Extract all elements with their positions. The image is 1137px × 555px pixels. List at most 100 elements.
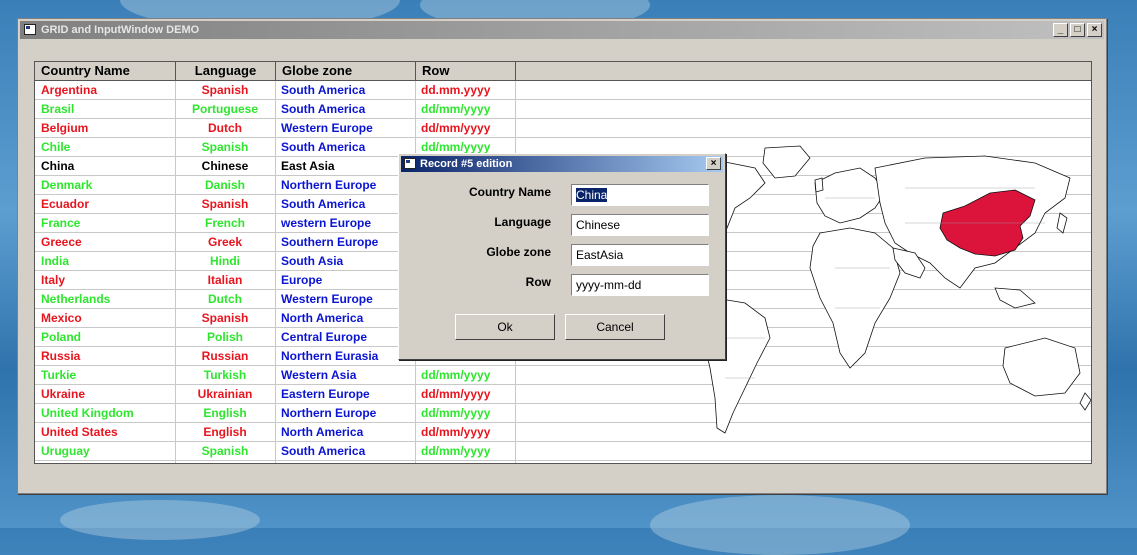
cell-row: dd/mm/yyyy	[421, 425, 491, 439]
header-globe-zone[interactable]: Globe zone	[276, 62, 416, 80]
cell-globe-zone: Northern Eurasia	[281, 349, 379, 363]
cell-language: Hindi	[210, 254, 240, 268]
cell-country-name: Poland	[41, 330, 82, 344]
cell-country-name: Argentina	[41, 83, 98, 97]
cell-language: Portuguese	[191, 102, 258, 116]
minimize-button[interactable]: _	[1053, 23, 1068, 37]
cell-language: Chinese	[201, 159, 249, 173]
cell-row: dd/mm/yyyy	[421, 444, 491, 458]
map-se-asia	[994, 287, 1036, 309]
cell-language: Italian	[207, 273, 243, 287]
cell-country-name: Ecuador	[41, 197, 90, 211]
cell-country-name: Turkie	[41, 368, 77, 382]
cell-country-name: Denmark	[41, 178, 93, 192]
cell-language: Polish	[206, 330, 243, 344]
header-language[interactable]: Language	[176, 62, 276, 80]
cell-country-name: France	[41, 216, 81, 230]
cancel-button[interactable]: Cancel	[565, 314, 665, 340]
cell-language: Turkish	[203, 368, 247, 382]
map-uk	[814, 177, 824, 193]
cell-globe-zone: Eastern Europe	[281, 387, 370, 401]
table-row[interactable]: Brasil Portuguese South America dd/mm/yyyy	[35, 100, 1091, 119]
cell-globe-zone: South America	[281, 444, 366, 458]
cell-row: dd/mm/yyyy	[421, 406, 491, 420]
dialog-app-icon	[404, 158, 416, 169]
cell-language: Spanish	[201, 140, 249, 154]
cell-globe-zone: Western Europe	[281, 121, 373, 135]
row-input[interactable]	[571, 274, 709, 296]
cell-language: Dutch	[208, 292, 242, 306]
cell-globe-zone: South Asia	[281, 254, 344, 268]
language-input[interactable]	[571, 214, 709, 236]
window-app-icon	[24, 24, 36, 35]
cell-globe-zone: South America	[281, 83, 366, 97]
cell-globe-zone: North America	[281, 425, 364, 439]
cell-row: dd.mm.yyyy	[421, 83, 491, 97]
ok-button[interactable]: Ok	[455, 314, 555, 340]
map-new-zealand	[1079, 392, 1091, 411]
map-greenland	[762, 145, 811, 179]
table-row[interactable]: Belgium Dutch Western Europe dd/mm/yyyy	[35, 119, 1091, 138]
dialog-title: Record #5 edition	[420, 158, 513, 170]
cell-language: Dutch	[208, 121, 242, 135]
cell-language: Ukrainian	[197, 387, 253, 401]
cell-globe-zone: Europe	[281, 273, 323, 287]
cell-country-name: Netherlands	[41, 292, 111, 306]
globe-zone-input[interactable]	[571, 244, 709, 266]
record-edit-dialog: Record #5 edition × Country Name China L…	[398, 153, 726, 360]
cell-row: dd/mm/yyyy	[421, 387, 491, 401]
row-label: Row	[525, 275, 551, 289]
cell-globe-zone: South America	[281, 140, 366, 154]
grid-header: Country Name Language Globe zone Row	[35, 62, 1091, 81]
cell-globe-zone: North America	[281, 311, 364, 325]
cell-globe-zone: South America	[281, 197, 366, 211]
cell-globe-zone: Northern Europe	[281, 178, 377, 192]
cell-country-name: China	[41, 159, 75, 173]
window-title: GRID and InputWindow DEMO	[41, 24, 200, 36]
maximize-button[interactable]: □	[1070, 23, 1085, 37]
cell-country-name: Greece	[41, 235, 82, 249]
cell-language: Russian	[201, 349, 249, 363]
cell-language: Spanish	[201, 444, 249, 458]
cell-country-name: India	[41, 254, 70, 268]
cell-language: Spanish	[201, 83, 249, 97]
header-country-name[interactable]: Country Name	[35, 62, 176, 80]
close-button[interactable]: ×	[1087, 23, 1102, 37]
cell-globe-zone: South America	[281, 102, 366, 116]
cell-country-name: Belgium	[41, 121, 89, 135]
cell-language: English	[203, 425, 247, 439]
cell-globe-zone: Western Europe	[281, 292, 373, 306]
cell-globe-zone: Central Europe	[281, 330, 368, 344]
cell-country-name: United Kingdom	[41, 406, 134, 420]
table-row[interactable]: Argentina Spanish South America dd.mm.yyyy	[35, 81, 1091, 100]
map-africa	[809, 227, 901, 369]
cell-country-name: Ukraine	[41, 387, 86, 401]
dialog-close-button[interactable]: ×	[706, 157, 721, 170]
cell-language: Danish	[204, 178, 245, 192]
cell-country-name: Brasil	[41, 102, 75, 116]
cell-globe-zone: Northern Europe	[281, 406, 377, 420]
header-row[interactable]: Row	[416, 62, 516, 80]
map-australia	[1002, 337, 1081, 397]
map-japan	[1056, 212, 1068, 234]
cell-globe-zone: Western Asia	[281, 368, 357, 382]
cell-language: Spanish	[201, 311, 249, 325]
cell-country-name: Russia	[41, 349, 81, 363]
cell-globe-zone: East Asia	[281, 159, 335, 173]
dialog-title-bar[interactable]: Record #5 edition ×	[401, 156, 723, 172]
cell-language: English	[203, 406, 247, 420]
cell-globe-zone: western Europe	[281, 216, 372, 230]
cell-country-name: Uruguay	[41, 444, 90, 458]
country-name-label: Country Name	[468, 185, 551, 199]
map-europe	[814, 167, 886, 224]
title-bar[interactable]: GRID and InputWindow DEMO _ □ ×	[20, 21, 1104, 39]
cell-row: dd/mm/yyyy	[421, 102, 491, 116]
cell-language: Greek	[207, 235, 243, 249]
cell-language: Spanish	[201, 197, 249, 211]
cell-globe-zone: Southern Europe	[281, 235, 379, 249]
language-label: Language	[494, 215, 551, 229]
country-name-input[interactable]: China	[571, 184, 709, 206]
cell-country-name: United States	[41, 425, 118, 439]
cell-row: dd/mm/yyyy	[421, 368, 491, 382]
cell-country-name: Chile	[41, 140, 71, 154]
